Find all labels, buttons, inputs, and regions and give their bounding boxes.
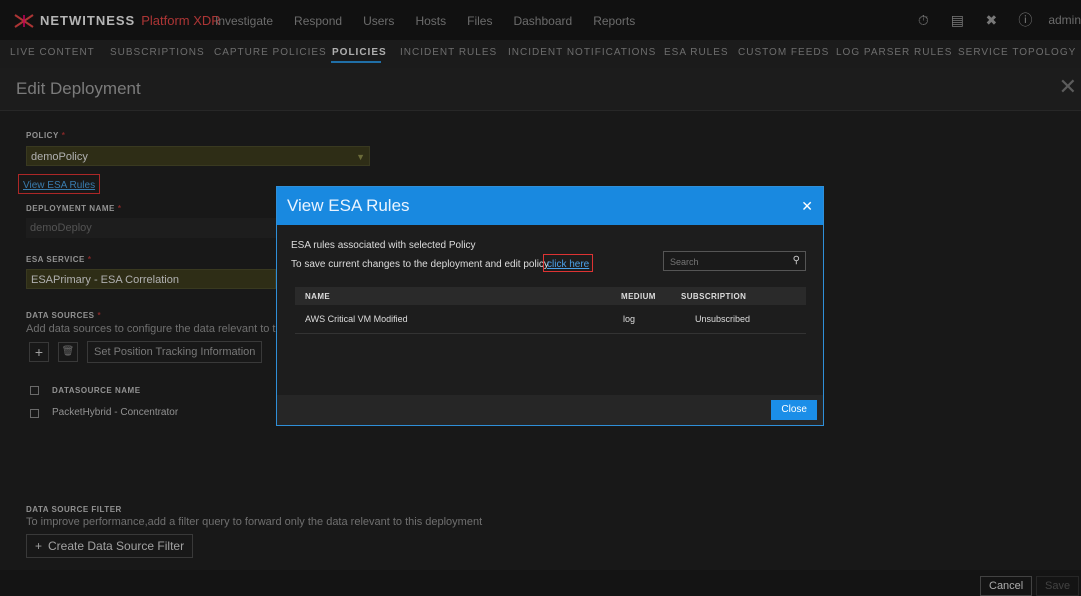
search-icon[interactable]: ⚲ — [793, 255, 800, 266]
rule-subscription: Unsubscribed — [695, 314, 751, 324]
click-here-highlight: click here — [543, 254, 594, 272]
table-header: NAME MEDIUM SUBSCRIPTION — [295, 287, 806, 305]
dialog-info-text: ESA rules associated with selected Polic… — [291, 240, 476, 251]
search-box: ⚲ — [663, 251, 806, 271]
close-button[interactable]: Close — [771, 400, 817, 420]
esa-rules-table: NAME MEDIUM SUBSCRIPTION AWS Critical VM… — [295, 287, 806, 334]
column-subscription: SUBSCRIPTION — [681, 292, 747, 301]
click-here-link[interactable]: click here — [547, 259, 589, 270]
close-icon[interactable]: ✕ — [801, 198, 813, 215]
rule-name: AWS Critical VM Modified — [305, 314, 408, 324]
dialog-footer: Close — [277, 395, 823, 425]
rule-medium: log — [623, 314, 636, 324]
column-name: NAME — [305, 292, 331, 301]
column-medium: MEDIUM — [621, 292, 656, 301]
dialog-edit-text: To save current changes to the deploymen… — [291, 259, 549, 270]
search-input[interactable] — [668, 254, 782, 270]
view-esa-rules-dialog: View ESA Rules ✕ ESA rules associated wi… — [276, 186, 824, 426]
dialog-title: View ESA Rules — [287, 196, 410, 215]
table-row[interactable]: AWS Critical VM Modified log Unsubscribe… — [295, 305, 806, 334]
dialog-header: View ESA Rules ✕ — [277, 187, 823, 225]
